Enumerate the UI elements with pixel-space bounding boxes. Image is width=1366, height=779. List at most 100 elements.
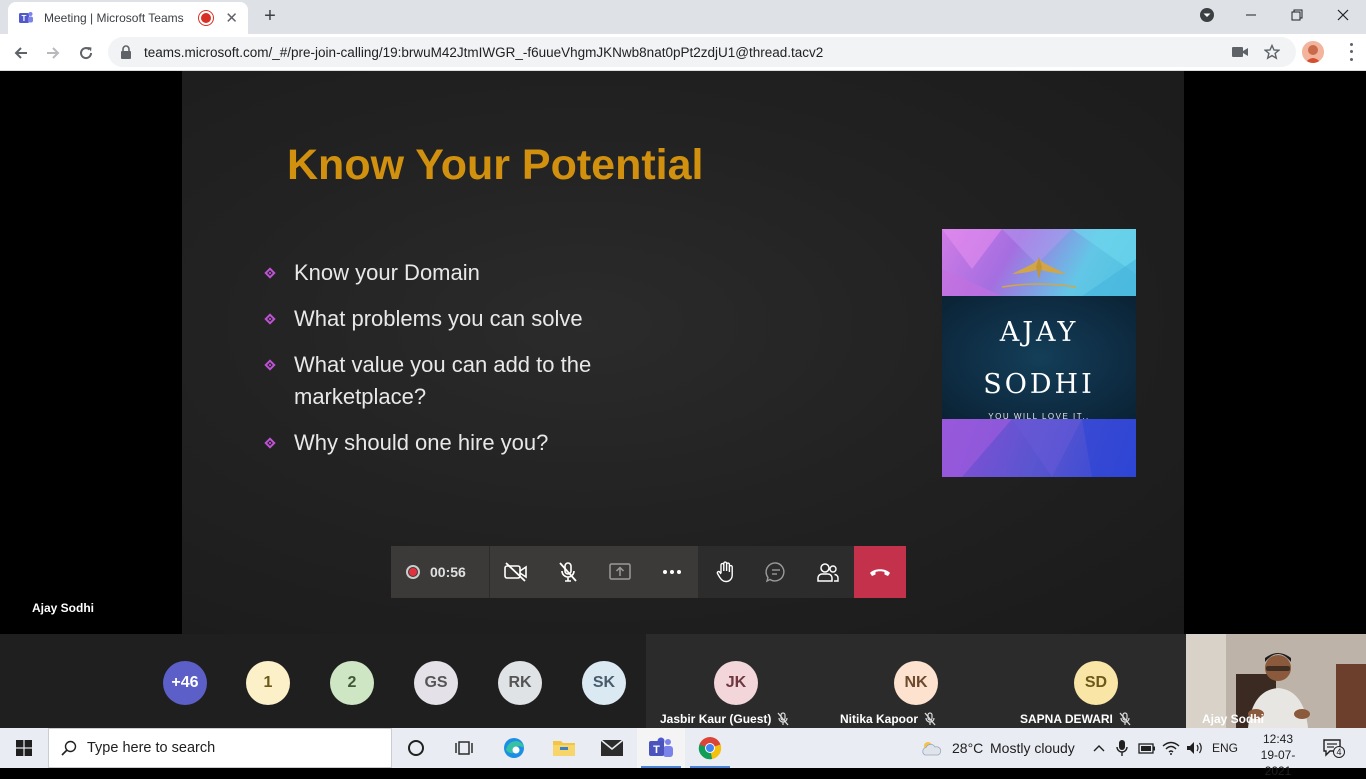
slide-bullet: What problems you can solve	[264, 303, 684, 335]
taskbar-chrome[interactable]	[686, 728, 734, 768]
participant-tile[interactable]: JK Jasbir Kaur (Guest)	[646, 634, 826, 728]
mail-envelope-icon	[600, 739, 624, 756]
more-actions-button[interactable]	[646, 546, 698, 598]
weather-cloud-icon[interactable]	[920, 739, 942, 757]
taskbar-mail[interactable]	[588, 728, 636, 768]
restore-icon	[1291, 9, 1303, 21]
arrow-right-icon	[47, 47, 60, 59]
restore-button[interactable]	[1274, 0, 1320, 30]
slide-bullet: Why should one hire you?	[264, 427, 684, 459]
cortana-button[interactable]	[392, 728, 440, 768]
teams-app-icon: T	[649, 737, 673, 757]
close-icon	[1337, 9, 1349, 21]
participant-avatar[interactable]: GS	[414, 661, 458, 705]
browser-toolbar: teams.microsoft.com/_#/pre-join-calling/…	[0, 34, 1366, 71]
participant-avatar: JK	[714, 661, 758, 705]
participant-avatar[interactable]: SK	[582, 661, 626, 705]
share-tray-icon	[608, 563, 631, 580]
minimize-button[interactable]	[1228, 0, 1274, 30]
participant-avatar[interactable]: RK	[498, 661, 542, 705]
browser-menu-button[interactable]	[1346, 41, 1356, 63]
wifi-icon[interactable]	[1162, 739, 1180, 757]
tab-close-button[interactable]: ✕	[225, 11, 238, 26]
weather-condition[interactable]: Mostly cloudy	[990, 740, 1075, 756]
mic-off-icon	[1119, 712, 1131, 726]
new-tab-button[interactable]: +	[259, 5, 281, 27]
back-button[interactable]	[8, 40, 34, 66]
share-screen-button[interactable]	[594, 546, 646, 598]
book-cover-top	[942, 229, 1136, 296]
participant-tile[interactable]: NK Nitika Kapoor	[826, 634, 1006, 728]
self-name: Ajay Sodhi	[1202, 712, 1265, 726]
windows-taskbar: Type here to search T 28°C Mostly cloudy…	[0, 728, 1366, 778]
reload-button[interactable]	[73, 40, 99, 66]
mic-off-icon	[924, 712, 936, 726]
record-icon	[406, 565, 420, 579]
diamond-bullet-icon	[264, 359, 276, 371]
tab-search-button[interactable]	[1184, 0, 1230, 30]
close-window-button[interactable]	[1320, 0, 1366, 30]
taskbar-file-explorer[interactable]	[540, 728, 588, 768]
url-text: teams.microsoft.com/_#/pre-join-calling/…	[144, 44, 824, 60]
minimize-icon	[1246, 14, 1256, 16]
participants-button[interactable]	[802, 546, 854, 598]
arrow-left-icon	[14, 47, 27, 59]
book-author-line2: SODHI	[983, 369, 1095, 400]
profile-avatar[interactable]	[1302, 41, 1324, 63]
weather-temperature[interactable]: 28°C	[952, 740, 983, 756]
raise-hand-button[interactable]	[699, 546, 751, 598]
book-cover-image: AJAY SODHI YOU WILL LOVE IT..	[942, 229, 1136, 477]
notification-center-icon: 4	[1323, 739, 1345, 758]
input-language[interactable]: ENG	[1212, 741, 1238, 755]
svg-text:4: 4	[1336, 747, 1341, 757]
participant-avatar[interactable]: 2	[330, 661, 374, 705]
self-video-tile[interactable]: Ajay Sodhi	[1186, 634, 1366, 728]
taskbar-search-box[interactable]: Type here to search	[48, 728, 392, 768]
reload-icon	[80, 47, 93, 60]
battery-icon[interactable]	[1138, 739, 1156, 757]
task-view-button[interactable]	[440, 728, 488, 768]
book-author-line1: AJAY	[999, 317, 1079, 348]
taskbar-teams[interactable]: T	[637, 728, 685, 768]
forward-button[interactable]	[40, 40, 66, 66]
participant-name: SAPNA DEWARI	[1020, 712, 1113, 726]
svg-text:T: T	[22, 14, 27, 23]
participant-tile[interactable]: SD SAPNA DEWARI	[1006, 634, 1186, 728]
participant-avatar: SD	[1074, 661, 1118, 705]
lock-icon	[121, 45, 131, 59]
bookmark-star-icon[interactable]	[1264, 44, 1280, 60]
address-bar[interactable]: teams.microsoft.com/_#/pre-join-calling/…	[108, 37, 1296, 67]
book-cover-bottom	[942, 419, 1136, 477]
slide-bullet: Know your Domain	[264, 257, 684, 289]
recording-indicator-icon	[201, 13, 212, 23]
more-participants-button[interactable]: +46	[163, 661, 207, 705]
tab-title: Meeting | Microsoft Teams	[44, 11, 184, 25]
leave-call-button[interactable]	[854, 546, 907, 598]
clock-time: 12:43	[1262, 732, 1294, 746]
mic-toggle-button[interactable]	[542, 546, 594, 598]
system-clock[interactable]: 12:43 19-07-2021	[1252, 731, 1304, 779]
show-hidden-icons-chevron-icon[interactable]	[1090, 739, 1108, 757]
folder-icon	[553, 741, 575, 756]
microphone-in-use-icon[interactable]	[1113, 739, 1131, 757]
meeting-stage: Know Your Potential Know your Domain Wha…	[0, 71, 1366, 634]
camera-toggle-button[interactable]	[490, 546, 542, 598]
slide-title: Know Your Potential	[287, 141, 704, 189]
more-horizontal-icon	[662, 570, 681, 574]
diamond-bullet-icon	[264, 313, 276, 325]
participant-avatar[interactable]: 1	[246, 661, 290, 705]
browser-tab-teams[interactable]: T Meeting | Microsoft Teams ✕	[8, 2, 248, 34]
volume-icon[interactable]	[1186, 739, 1204, 757]
camera-in-use-icon[interactable]	[1232, 44, 1248, 60]
teams-favicon-icon: T	[18, 10, 34, 26]
participant-name: Jasbir Kaur (Guest)	[660, 712, 772, 726]
chat-button[interactable]	[751, 546, 803, 598]
windows-logo-icon	[16, 740, 32, 756]
people-icon	[817, 563, 839, 582]
task-view-icon	[455, 741, 473, 755]
mic-off-icon	[559, 562, 577, 582]
taskbar-edge[interactable]	[490, 728, 538, 768]
start-button[interactable]	[0, 728, 48, 768]
chat-icon	[765, 562, 785, 583]
notifications-button[interactable]: 4	[1322, 739, 1346, 758]
